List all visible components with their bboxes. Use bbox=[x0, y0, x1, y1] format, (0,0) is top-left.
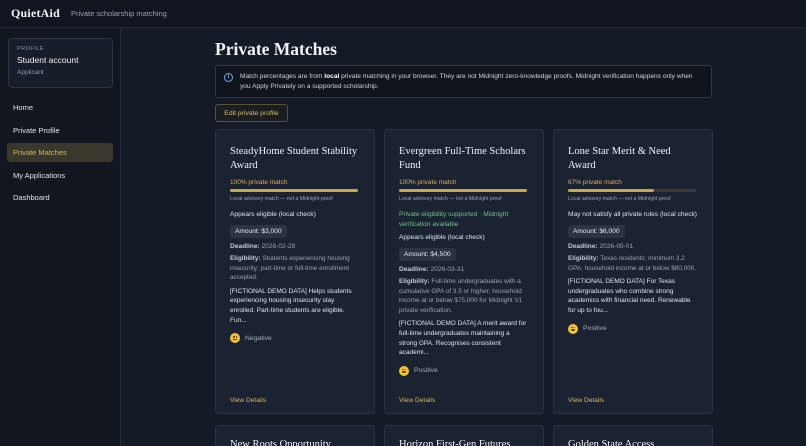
match-percentage: 67% private match bbox=[568, 179, 622, 186]
card-description: [FICTIONAL DEMO DATA] Helps students exp… bbox=[230, 287, 352, 324]
amount-badge: Amount: $3,000 bbox=[230, 225, 287, 238]
match-percentage: 100% private match bbox=[399, 179, 457, 186]
sidebar-item-dashboard[interactable]: Dashboard bbox=[7, 188, 113, 207]
scholarship-card-partial: Golden State Access bbox=[553, 425, 713, 446]
deadline-label: Deadline: bbox=[399, 266, 429, 273]
deadline: Deadline: 2026-02-28 bbox=[230, 243, 360, 250]
card-title: Golden State Access bbox=[568, 439, 655, 446]
sidebar: PROFILE Student account Applicant Home P… bbox=[0, 29, 121, 446]
smiley-face-icon bbox=[399, 365, 409, 376]
notice-text-bold: local bbox=[324, 73, 340, 80]
sad-face-icon bbox=[230, 333, 240, 344]
scholarship-card: SteadyHome Student Stability Award 100% … bbox=[215, 129, 375, 414]
page-title: Private Matches bbox=[215, 39, 337, 59]
info-notice: i Match percentages are from local priva… bbox=[215, 65, 712, 98]
top-bar: QuietAid Private scholarship matching bbox=[0, 0, 806, 28]
card-title: New Roots Opportunity bbox=[230, 439, 331, 446]
deadline: Deadline: 2026-03-31 bbox=[399, 266, 529, 273]
card-title: Lone Star Merit & Need Award bbox=[568, 146, 671, 171]
match-bar-fill bbox=[230, 189, 358, 192]
edit-private-profile-button[interactable]: Edit private profile bbox=[215, 104, 288, 122]
scholarship-card-partial: New Roots Opportunity bbox=[215, 425, 375, 446]
eligibility-status: Appears eligible (local check) bbox=[399, 234, 485, 241]
card-description: [FICTIONAL DEMO DATA] For Texas undergra… bbox=[568, 278, 691, 314]
profile-kicker: PROFILE bbox=[17, 46, 45, 52]
view-details-link[interactable]: View Details bbox=[230, 397, 266, 404]
scholarship-card: Lone Star Merit & Need Award 67% private… bbox=[553, 129, 713, 414]
amount-badge: Amount: $4,500 bbox=[399, 248, 456, 261]
eligibility: Eligibility: Texas residents; minimum 3.… bbox=[568, 254, 698, 273]
deadline: Deadline: 2026-05-01 bbox=[568, 243, 698, 250]
deadline-label: Deadline: bbox=[568, 243, 598, 250]
sidebar-item-my-applications[interactable]: My Applications bbox=[7, 166, 113, 185]
sentiment-label: Negative bbox=[245, 334, 272, 342]
advisory-note: Local advisory match — not a Midnight pr… bbox=[399, 196, 502, 202]
sentiment: Negative bbox=[230, 333, 360, 344]
sentiment-label: Positive bbox=[414, 367, 438, 375]
deadline-label: Deadline: bbox=[230, 243, 260, 250]
advisory-note: Local advisory match — not a Midnight pr… bbox=[568, 196, 671, 202]
notice-text-pre: Match percentages are from bbox=[240, 73, 325, 80]
eligibility-label: Eligibility: bbox=[399, 278, 430, 285]
advisory-note: Local advisory match — not a Midnight pr… bbox=[230, 196, 333, 202]
info-icon: i bbox=[224, 73, 233, 82]
scholarship-card: Evergreen Full-Time Scholars Fund 100% p… bbox=[384, 129, 544, 414]
main-content: Private Matches i Match percentages are … bbox=[122, 29, 806, 446]
deadline-value: 2026-05-01 bbox=[597, 243, 634, 250]
deadline-value: 2026-02-28 bbox=[259, 243, 296, 250]
match-bar bbox=[399, 189, 527, 192]
profile-card: PROFILE Student account Applicant bbox=[8, 38, 113, 88]
profile-role: Applicant bbox=[17, 69, 44, 76]
verification-supported: Private eligibility supported · Midnight… bbox=[399, 211, 509, 228]
view-details-link[interactable]: View Details bbox=[568, 397, 604, 404]
card-title: Horizon First-Gen Futures bbox=[399, 439, 511, 446]
card-title: SteadyHome Student Stability Award bbox=[230, 146, 358, 171]
eligibility-status: Appears eligible (local check) bbox=[230, 211, 316, 218]
card-title: Evergreen Full-Time Scholars Fund bbox=[399, 146, 526, 171]
eligibility: Eligibility: Full-time undergraduates wi… bbox=[399, 277, 529, 315]
eligibility-label: Eligibility: bbox=[230, 255, 261, 262]
scholarship-card-partial: Horizon First-Gen Futures bbox=[384, 425, 544, 446]
card-description: [FICTIONAL DEMO DATA] A merit award for … bbox=[399, 320, 527, 357]
match-bar-fill bbox=[568, 189, 654, 192]
match-bar-fill bbox=[399, 189, 527, 192]
eligibility: Eligibility: Students experiencing housi… bbox=[230, 254, 360, 283]
brand-tagline: Private scholarship matching bbox=[70, 9, 167, 18]
sentiment: Positive bbox=[399, 365, 529, 376]
sidebar-item-home[interactable]: Home bbox=[7, 98, 113, 117]
sentiment-label: Positive bbox=[583, 325, 607, 333]
eligibility-status: May not satisfy all private rules (local… bbox=[568, 211, 697, 218]
sidebar-item-private-matches[interactable]: Private Matches bbox=[7, 143, 113, 162]
sentiment: Positive bbox=[568, 323, 698, 334]
amount-badge: Amount: $6,000 bbox=[568, 225, 625, 238]
profile-name: Student account bbox=[17, 55, 79, 65]
match-bar bbox=[230, 189, 358, 192]
sidebar-item-private-profile[interactable]: Private Profile bbox=[7, 121, 113, 140]
match-percentage: 100% private match bbox=[230, 179, 288, 186]
match-bar bbox=[568, 189, 696, 192]
brand-logo[interactable]: QuietAid bbox=[11, 6, 60, 21]
deadline-value: 2026-03-31 bbox=[428, 266, 465, 273]
smiley-face-icon bbox=[568, 323, 578, 334]
view-details-link[interactable]: View Details bbox=[399, 397, 435, 404]
eligibility-label: Eligibility: bbox=[568, 255, 599, 262]
sidebar-nav: Home Private Profile Private Matches My … bbox=[7, 98, 113, 211]
